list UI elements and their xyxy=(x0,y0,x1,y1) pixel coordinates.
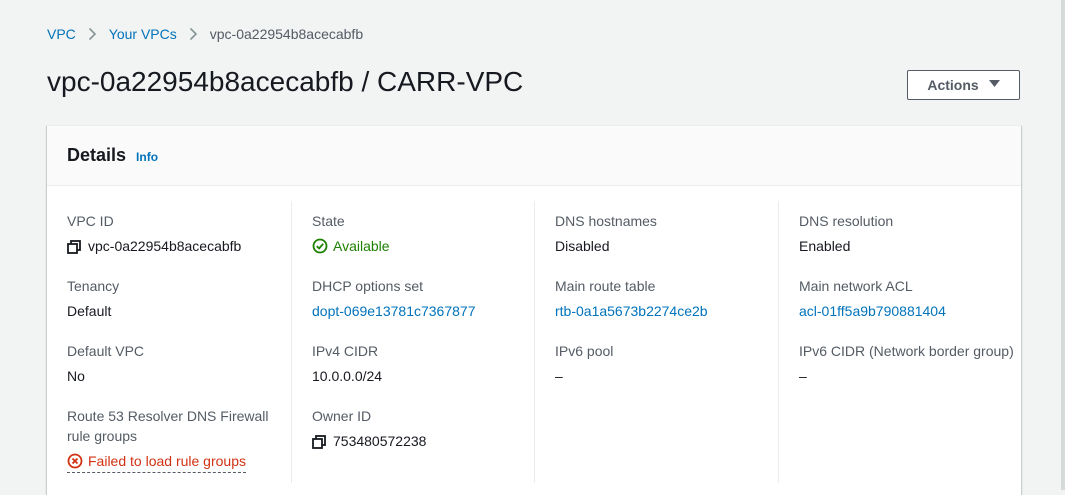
field-value: – xyxy=(555,368,563,384)
field-ipv6-pool: IPv6 pool – xyxy=(555,341,775,386)
field-label: Tenancy xyxy=(67,278,120,294)
x-circle-icon xyxy=(67,453,83,469)
field-label: Main network ACL xyxy=(799,278,913,294)
field-value: 753480572238 xyxy=(333,433,427,449)
field-label: DHCP options set xyxy=(312,278,424,294)
details-column-3: DNS hostnames Disabled Main route table … xyxy=(534,201,778,483)
actions-button[interactable]: Actions xyxy=(907,70,1020,100)
details-column-4: DNS resolution Enabled Main network ACL … xyxy=(778,201,1022,483)
details-column-2: State Available DHCP options set dopt-06… xyxy=(291,201,535,483)
field-value-row: Available xyxy=(312,236,532,256)
field-value: Default xyxy=(67,303,112,319)
error-status-text: Failed to load rule groups xyxy=(88,453,246,469)
field-value-row: vpc-0a22954b8acecabfb xyxy=(67,236,287,256)
field-owner-id: Owner ID 753480572238 xyxy=(312,406,532,451)
breadcrumb: VPC Your VPCs vpc-0a22954b8acecabfb xyxy=(47,26,363,42)
dhcp-options-link[interactable]: dopt-069e13781c7367877 xyxy=(312,301,476,321)
field-label: IPv6 pool xyxy=(555,343,614,359)
field-default-vpc: Default VPC No xyxy=(67,341,287,386)
field-label: Default VPC xyxy=(67,343,145,359)
field-dns-resolution: DNS resolution Enabled xyxy=(799,211,1019,256)
field-vpc-id: VPC ID vpc-0a22954b8acecabfb xyxy=(67,211,287,256)
copy-icon[interactable] xyxy=(67,239,81,254)
main-route-table-link[interactable]: rtb-0a1a5673b2274ce2b xyxy=(555,301,708,321)
field-dns-hostnames: DNS hostnames Disabled xyxy=(555,211,775,256)
check-circle-icon xyxy=(312,238,328,254)
field-value: No xyxy=(67,368,85,384)
scrollbar[interactable] xyxy=(1061,0,1065,490)
field-dhcp-options-set: DHCP options set dopt-069e13781c7367877 xyxy=(312,276,532,321)
chevron-right-icon xyxy=(88,27,97,41)
field-value: vpc-0a22954b8acecabfb xyxy=(88,238,242,254)
field-label: Main route table xyxy=(555,278,656,294)
field-value: – xyxy=(799,368,807,384)
state-status: Available xyxy=(312,236,390,256)
caret-down-icon xyxy=(988,79,1000,91)
vpc-detail-page: VPC Your VPCs vpc-0a22954b8acecabfb vpc-… xyxy=(0,0,1061,495)
details-columns: VPC ID vpc-0a22954b8acecabfb Tenancy Def… xyxy=(47,186,1021,486)
info-link[interactable]: Info xyxy=(136,150,158,164)
actions-button-label: Actions xyxy=(927,77,979,93)
field-label: DNS hostnames xyxy=(555,213,657,229)
details-title: Details xyxy=(67,145,127,165)
field-label: IPv6 CIDR (Network border group) xyxy=(799,343,1014,359)
field-main-network-acl: Main network ACL acl-01ff5a9b790881404 xyxy=(799,276,1019,321)
field-label: Owner ID xyxy=(312,408,372,424)
field-value-row: 753480572238 xyxy=(312,431,532,451)
field-label: DNS resolution xyxy=(799,213,894,229)
page-title: vpc-0a22954b8acecabfb / CARR-VPC xyxy=(47,66,524,97)
field-tenancy: Tenancy Default xyxy=(67,276,287,321)
field-ipv6-cidr: IPv6 CIDR (Network border group) – xyxy=(799,341,1019,386)
field-main-route-table: Main route table rtb-0a1a5673b2274ce2b xyxy=(555,276,775,321)
breadcrumb-current: vpc-0a22954b8acecabfb xyxy=(209,26,364,42)
error-status[interactable]: Failed to load rule groups xyxy=(67,451,246,473)
details-column-1: VPC ID vpc-0a22954b8acecabfb Tenancy Def… xyxy=(47,201,291,483)
breadcrumb-vpc-link[interactable]: VPC xyxy=(47,26,76,42)
copy-icon[interactable] xyxy=(312,434,326,449)
field-label: Route 53 Resolver DNS Firewall rule grou… xyxy=(67,408,269,444)
field-value-row: Failed to load rule groups xyxy=(67,451,287,473)
field-label: IPv4 CIDR xyxy=(312,343,379,359)
chevron-right-icon xyxy=(189,27,198,41)
details-panel: Details Info VPC ID vpc-0a22954b8acecabf… xyxy=(47,125,1021,495)
state-status-text: Available xyxy=(333,238,390,254)
main-network-acl-link[interactable]: acl-01ff5a9b790881404 xyxy=(799,301,946,321)
field-value: 10.0.0.0/24 xyxy=(312,368,383,384)
field-label: VPC ID xyxy=(67,213,114,229)
field-label: State xyxy=(312,213,345,229)
field-value: Disabled xyxy=(555,238,610,254)
field-resolver-dns-firewall: Route 53 Resolver DNS Firewall rule grou… xyxy=(67,406,287,473)
field-value: Enabled xyxy=(799,238,851,254)
field-state: State Available xyxy=(312,211,532,256)
field-ipv4-cidr: IPv4 CIDR 10.0.0.0/24 xyxy=(312,341,532,386)
details-panel-header: Details Info xyxy=(47,126,1021,186)
breadcrumb-your-vpcs-link[interactable]: Your VPCs xyxy=(109,26,177,42)
